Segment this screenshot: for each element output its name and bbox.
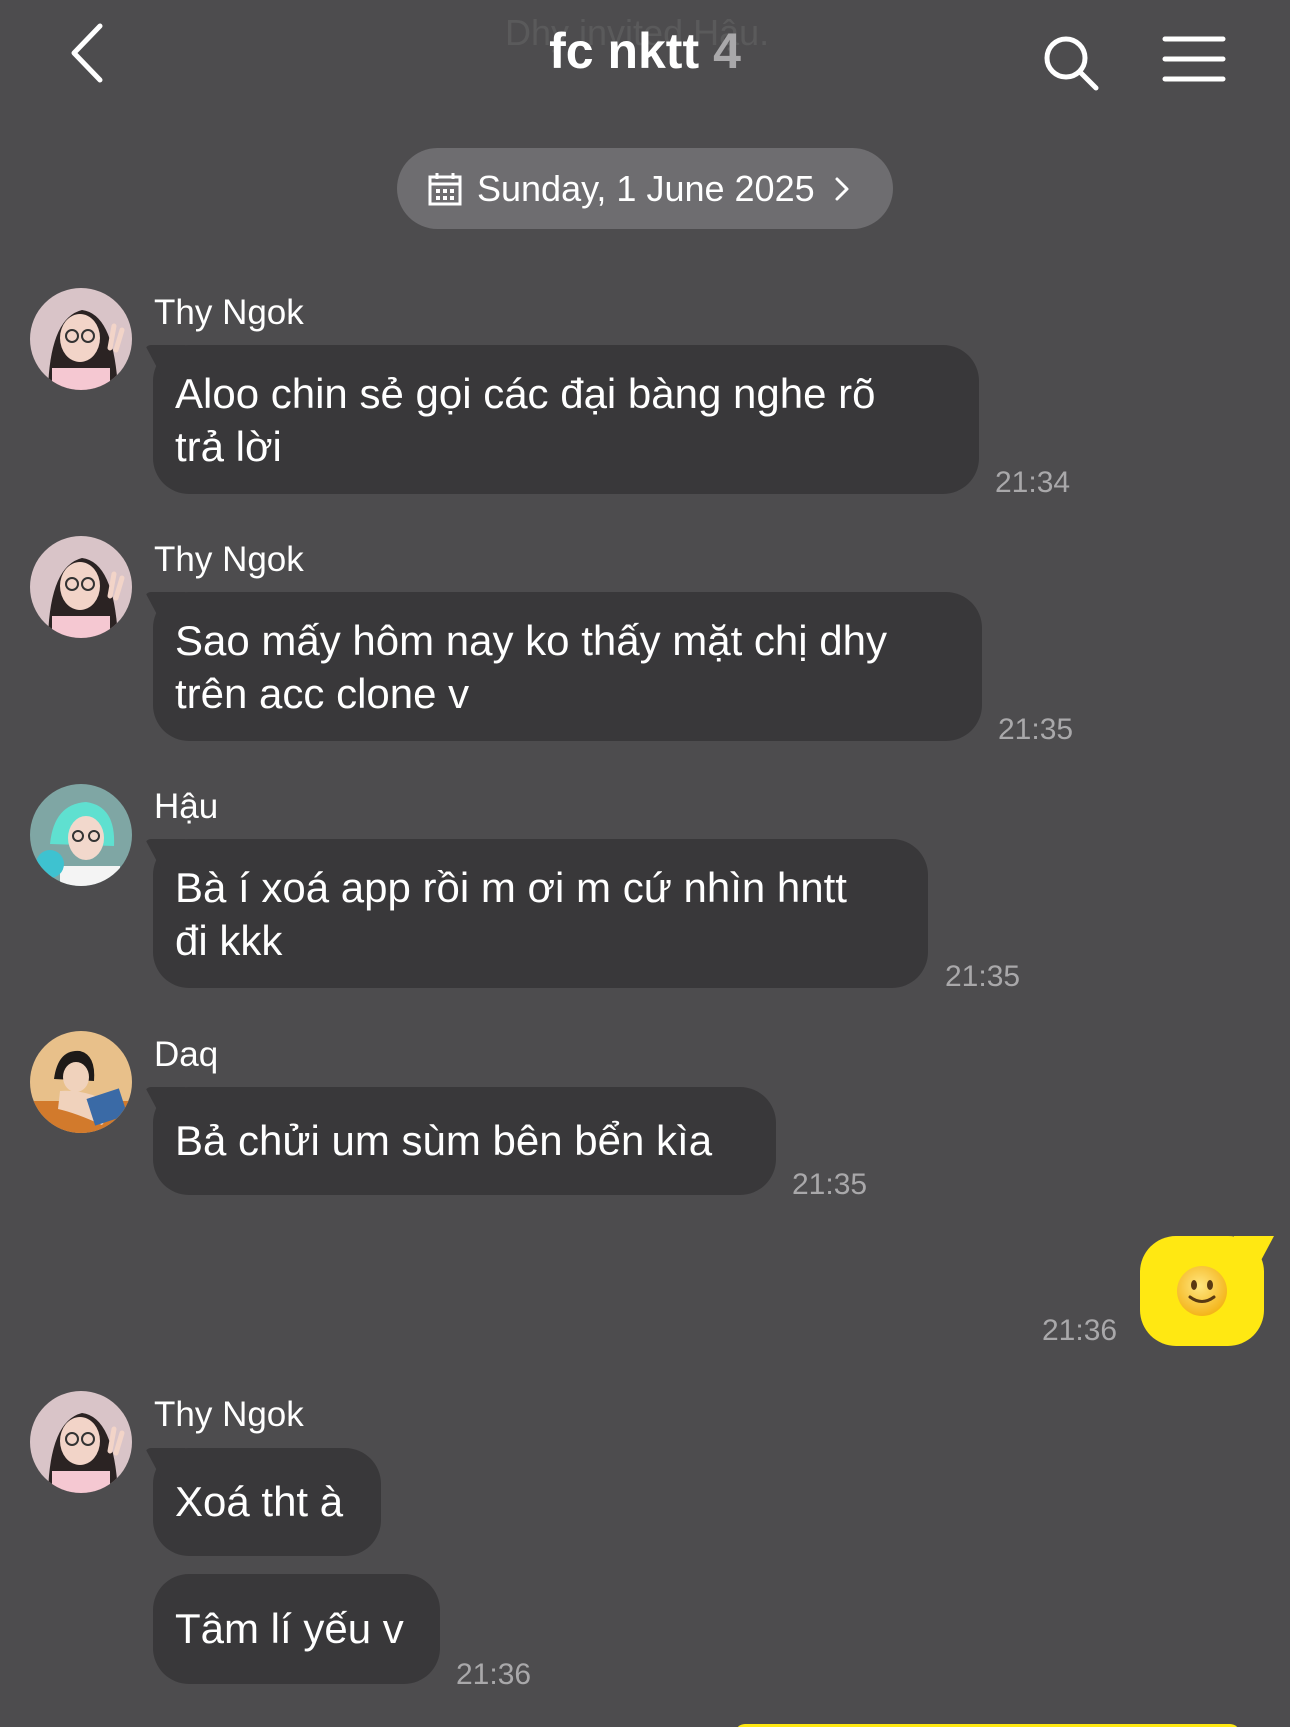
sender-name: Hậu <box>154 787 219 826</box>
message-line: Aloo chin sẻ gọi các đại bàng nghe rõ <box>175 370 876 417</box>
search-icon <box>1044 36 1099 91</box>
message-line: đi kkk <box>175 917 283 964</box>
calendar-icon <box>428 172 462 205</box>
date-label: Sunday, 1 June 2025 <box>477 167 815 209</box>
chevron-right-icon <box>835 177 849 200</box>
member-count: 4 <box>713 23 741 79</box>
message-time: 21:36 <box>1042 1314 1118 1347</box>
sender-name: Thy Ngok <box>154 293 304 332</box>
message-time: 21:35 <box>945 960 1021 993</box>
message-line: Bà í xoá app rồi m ơi m cứ nhìn hntt <box>175 864 847 911</box>
hamburger-menu-icon <box>1162 36 1226 82</box>
message-bubble[interactable]: Sao mấy hôm nay ko thấy mặt chị dhy trên… <box>153 592 982 741</box>
chat-title-text: fc nktt <box>549 23 700 79</box>
chat-header: Dhy invited Hậu. fc nktt 4 <box>0 0 1290 130</box>
message-time: 21:35 <box>998 713 1074 746</box>
message-time: 21:35 <box>792 1168 868 1201</box>
avatar-hau[interactable] <box>30 784 132 886</box>
message-line: Bả chửi um sùm bên bển kìa <box>175 1117 713 1164</box>
avatar-daq[interactable] <box>30 1031 132 1133</box>
sender-name: Daq <box>154 1035 219 1074</box>
sender-name: Thy Ngok <box>154 1395 304 1434</box>
search-button[interactable] <box>1040 32 1104 96</box>
menu-button[interactable] <box>1162 34 1226 86</box>
date-pill[interactable]: Sunday, 1 June 2025 <box>397 148 893 229</box>
message-line: trên acc clone v <box>175 670 470 717</box>
message-bubble[interactable]: Tâm lí yếu v <box>153 1574 440 1684</box>
message-line: Sao mấy hôm nay ko thấy mặt chị dhy <box>175 617 888 664</box>
message-bubble[interactable]: Aloo chin sẻ gọi các đại bàng nghe rõ tr… <box>153 345 979 494</box>
message-bubble[interactable]: Xoá tht à <box>153 1448 381 1556</box>
message-line: trả lời <box>175 423 282 470</box>
avatar-thy-ngok[interactable] <box>30 1391 132 1493</box>
avatar-thy-ngok[interactable] <box>30 536 132 638</box>
message-line: Xoá tht à <box>175 1478 344 1525</box>
message-time: 21:34 <box>995 466 1071 499</box>
sender-name: Thy Ngok <box>154 540 304 579</box>
message-time: 21:36 <box>456 1658 532 1691</box>
message-bubble[interactable]: Bả chửi um sùm bên bển kìa <box>153 1087 776 1195</box>
message-line: Tâm lí yếu v <box>175 1605 404 1652</box>
my-message-bubble[interactable] <box>1140 1236 1264 1346</box>
message-bubble[interactable]: Bà í xoá app rồi m ơi m cứ nhìn hntt đi … <box>153 839 928 988</box>
slightly-smiling-face-icon <box>1177 1266 1227 1316</box>
avatar-thy-ngok[interactable] <box>30 288 132 390</box>
